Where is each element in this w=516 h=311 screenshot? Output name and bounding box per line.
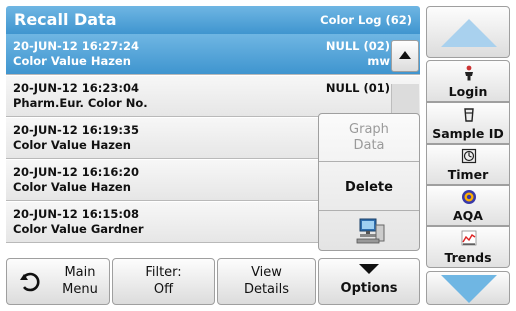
row-result: NULL (02) [325,39,390,53]
sample-id-button[interactable]: Sample ID [426,102,510,144]
scrollbar-track[interactable] [391,84,419,114]
row-method: Pharm.Eur. Color No. [13,96,148,110]
main-menu-button[interactable]: Main Menu [6,258,110,305]
chevron-up-icon [399,51,411,59]
network-computer-icon[interactable] [356,217,386,245]
filter-button[interactable]: Filter: Off [112,258,215,305]
aqa-icon [462,190,476,204]
row-datetime: 20-JUN-12 16:16:20 [13,165,140,179]
divider [319,161,419,162]
row-method: Color Value Gardner [13,222,144,236]
filter-label-line2: Off [153,282,174,297]
trends-chart-icon [461,230,477,246]
log-label: Color Log (62) [320,13,412,27]
timer-icon [461,148,477,164]
graph-label-line1: Graph [349,122,389,137]
aqa-button[interactable]: AQA [426,185,510,226]
header-bar: Recall Data Color Log (62) [6,6,420,34]
view-label-line2: Details [243,282,290,297]
delete-button[interactable]: Delete [319,180,419,195]
row-unit: mw [367,54,390,68]
list-item[interactable]: 20-JUN-12 16:27:24 Color Value Hazen NUL… [6,34,420,75]
trends-label: Trends [444,250,492,265]
view-label-line1: View [251,265,282,280]
trends-button[interactable]: Trends [426,226,510,268]
arrow-down-icon [441,275,497,303]
timer-button[interactable]: Timer [426,144,510,185]
view-details-button[interactable]: View Details [217,258,316,305]
row-method: Color Value Hazen [13,54,131,68]
options-label: Options [340,281,398,296]
options-button[interactable]: Options [318,258,420,305]
row-datetime: 20-JUN-12 16:23:04 [13,81,140,95]
list-item[interactable]: 20-JUN-12 16:23:04 Pharm.Eur. Color No. … [6,76,420,117]
sample-cup-icon [464,108,474,122]
graph-data-button[interactable]: Graph Data [319,122,419,154]
user-icon [465,65,473,81]
graph-label-line2: Data [353,138,385,153]
options-popup: Graph Data Delete [318,113,420,251]
aqa-label: AQA [453,208,483,223]
sample-id-label: Sample ID [432,126,504,141]
row-method: Color Value Hazen [13,138,131,152]
triangle-down-icon [359,264,379,274]
row-datetime: 20-JUN-12 16:15:08 [13,207,140,221]
row-method: Color Value Hazen [13,180,131,194]
page-title: Recall Data [14,10,117,29]
login-button[interactable]: Login [426,60,510,102]
row-datetime: 20-JUN-12 16:27:24 [13,39,140,53]
scroll-up-large-button[interactable] [426,6,510,58]
row-result: NULL (01) [325,81,390,95]
row-datetime: 20-JUN-12 16:19:35 [13,123,140,137]
scroll-up-button[interactable] [391,40,419,72]
login-label: Login [448,84,488,99]
arrow-up-icon [441,19,497,47]
scroll-down-large-button[interactable] [426,271,510,305]
divider [319,210,419,211]
timer-label: Timer [447,167,489,182]
filter-label-line1: Filter: [145,265,182,280]
